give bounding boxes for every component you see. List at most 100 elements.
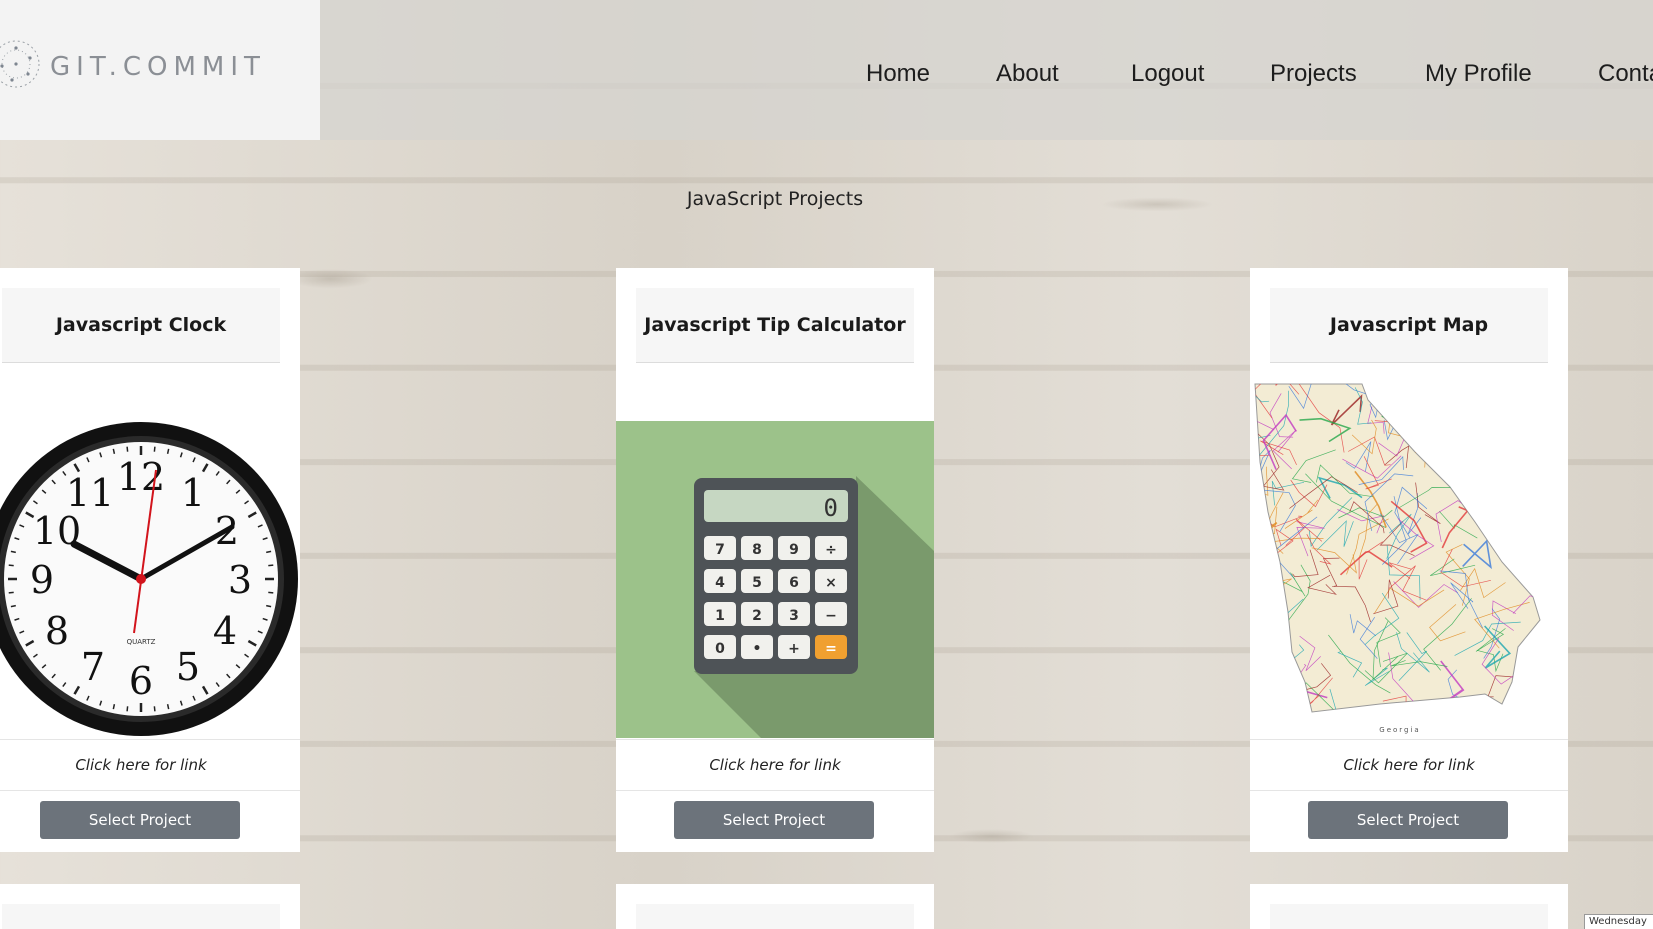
map-road [1428,406,1456,435]
clock-tick [266,604,272,608]
calculator-image: 0 7 8 9 ÷ 4 5 6 × 1 2 3 − 0 • + = [616,421,934,738]
map-road [1477,384,1505,394]
project-link[interactable]: Click here for link [1250,739,1568,791]
map-road [1456,469,1480,482]
card-title-stub [636,904,914,929]
nav-logout[interactable]: Logout [1131,60,1204,88]
brand-name: GIT.COMMIT [50,52,266,82]
nav-about[interactable]: About [996,60,1059,88]
nav-home[interactable]: Home [866,60,930,88]
clock-numeral-9: 9 [30,558,54,602]
project-card-tip-calculator: Javascript Tip Calculator 0 7 8 9 ÷ 4 5 6 × 1 2 3 −… [616,268,934,852]
project-link[interactable]: Click here for link [0,739,300,791]
calculator-key-label: ÷ [825,542,837,558]
calculator-key-label: 5 [752,575,762,591]
calculator-key-label: = [825,641,837,657]
clock-tick [10,604,16,608]
map-road [1407,702,1442,712]
map-road [1528,509,1540,531]
map-road [1514,384,1540,402]
clock-tick [126,706,129,712]
map-road [1524,490,1540,512]
calculator-key-label: 3 [789,608,799,624]
map-road [1479,384,1538,388]
map-road [1255,572,1269,634]
clock-tick [8,591,14,594]
calculator-key-label: 2 [752,608,762,624]
nav-my-profile[interactable]: My Profile [1425,60,1532,88]
card-title: Javascript Tip Calculator [636,288,914,363]
project-card-map: Javascript Map Georgia Click here for li… [1250,268,1568,852]
select-project-button[interactable]: Select Project [40,801,240,839]
map-road [1442,382,1459,383]
map-road [1474,410,1533,477]
clock-tick [268,591,274,594]
clock-numeral-8: 8 [45,609,69,653]
clock-numeral-3: 3 [228,558,252,602]
calculator-key-label: + [788,641,800,657]
clock-tick [153,446,156,452]
clock-tick [10,550,16,554]
calculator-display-value: 0 [824,494,838,522]
globe-network-logo-icon [0,40,40,88]
calculator-key-label: 9 [789,542,799,558]
clock-numeral-12: 12 [117,455,165,499]
map-road [1465,408,1499,440]
map-road [1527,416,1540,460]
card-title-stub [2,904,280,929]
calculator-key-label: 7 [715,542,725,558]
map-road [1385,384,1408,397]
calculator-key-label: × [825,575,837,591]
map-road [1255,620,1267,661]
map-road [1458,384,1480,428]
map-road [1413,417,1437,453]
map-road [1506,384,1540,398]
clock-numeral-4: 4 [213,609,237,653]
clock-tick [266,550,272,554]
calculator-key-label: 8 [752,542,762,558]
clock-tick [126,446,129,452]
clock-tick [8,564,14,567]
nav-projects[interactable]: Projects [1270,60,1357,88]
clock-tick [112,448,116,454]
select-project-button[interactable]: Select Project [674,801,874,839]
logo[interactable]: GIT.COMMIT [0,0,320,140]
map-road [1498,512,1540,550]
clock-tick [268,564,274,567]
project-card-next-3 [1250,884,1568,929]
site-header: GIT.COMMIT Home About Logout Projects My… [0,0,1653,140]
clock-tick [166,704,170,710]
project-card-next-2 [616,884,934,929]
map-road [1516,382,1548,383]
clock-numeral-11: 11 [66,471,114,515]
map-road [1398,384,1445,403]
select-project-button[interactable]: Select Project [1308,801,1508,839]
map-road [1429,392,1497,435]
taskbar-date: Wednesday [1584,914,1653,929]
clock-tick [166,448,170,454]
project-card-next-1 [0,884,300,929]
map-road [1518,666,1540,707]
card-title: Javascript Map [1270,288,1548,363]
project-card-clock: Javascript Clock 12 1 2 3 4 5 6 7 8 9 10… [0,268,300,852]
clock-tick [112,704,116,710]
calculator-key-label: • [753,641,762,657]
card-title: Javascript Clock [2,288,280,363]
map-road [1382,384,1412,391]
project-link[interactable]: Click here for link [616,739,934,791]
map-road [1525,452,1540,493]
section-title: JavaScript Projects [686,188,864,210]
nav-contact[interactable]: Conta [1598,60,1653,88]
map-road [1400,402,1430,437]
map-road [1255,614,1295,668]
map-road [1277,680,1300,708]
clock-center-pin [136,574,146,584]
calculator-key-label: 1 [715,608,725,624]
clock-numeral-1: 1 [181,471,205,515]
clock-brand: QUARTZ [127,638,156,646]
calculator-key-label: 4 [715,575,725,591]
clock-numeral-6: 6 [129,659,153,703]
map-caption: Georgia [1379,726,1420,734]
map-road [1432,445,1480,471]
clock-tick [153,706,156,712]
